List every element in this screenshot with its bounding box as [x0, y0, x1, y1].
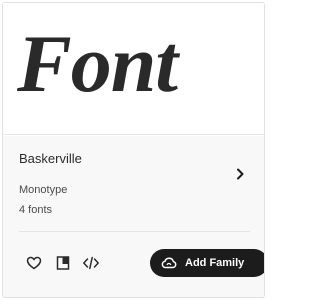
family-info: Baskerville Monotype 4 fonts Add Family — [3, 136, 264, 297]
add-family-label: Add Family — [185, 257, 245, 269]
font-family-card[interactable]: Font Baskerville Monotype 4 fonts Add Fa… — [2, 2, 265, 298]
specimen-book-icon[interactable] — [54, 254, 72, 272]
creative-cloud-icon — [161, 255, 177, 271]
family-name[interactable]: Baskerville — [19, 151, 82, 166]
foundry-name[interactable]: Monotype — [19, 184, 67, 196]
font-count: 4 fonts — [19, 204, 53, 216]
chevron-right-icon[interactable] — [233, 167, 247, 181]
sample-text: Font — [17, 18, 178, 109]
add-family-button[interactable]: Add Family — [150, 249, 264, 277]
divider — [19, 231, 250, 232]
font-preview[interactable]: Font — [3, 3, 264, 135]
heart-icon[interactable] — [25, 254, 43, 272]
code-icon[interactable] — [82, 254, 100, 272]
